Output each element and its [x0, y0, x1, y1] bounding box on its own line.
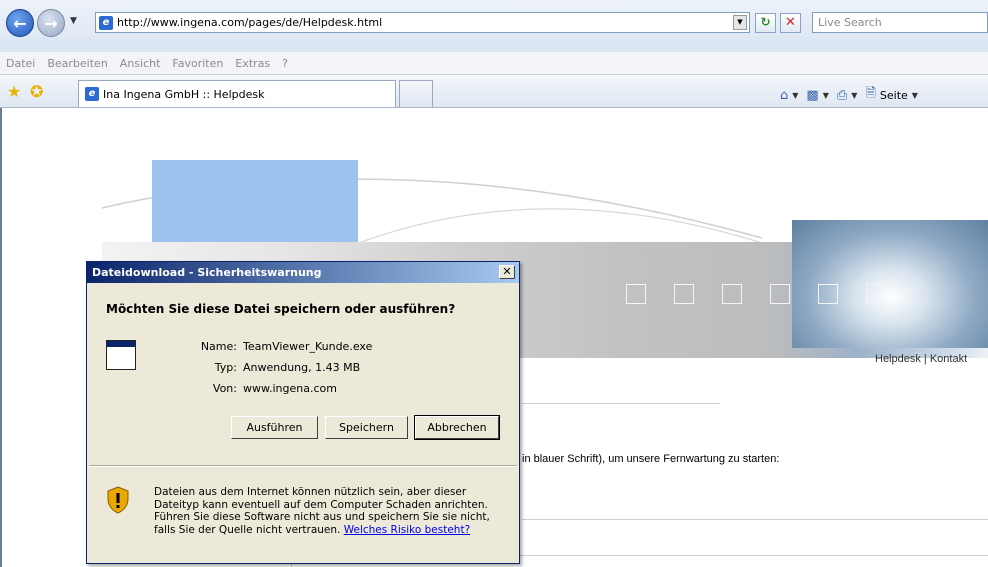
application-file-icon-bar: [107, 341, 135, 347]
new-tab-button[interactable]: [399, 80, 433, 107]
add-favorite-icon[interactable]: ✪: [30, 82, 43, 101]
home-icon[interactable]: ⌂: [780, 88, 788, 103]
banner-square: [818, 284, 838, 304]
page-menu-label[interactable]: Seite: [880, 89, 908, 102]
menu-bearbeiten[interactable]: Bearbeiten: [47, 57, 107, 70]
risk-info-link[interactable]: Welches Risiko besteht?: [344, 524, 470, 536]
url-field[interactable]: e http://www.ingena.com/pages/de/Helpdes…: [95, 12, 750, 33]
favorites-star-icon[interactable]: ★: [7, 82, 21, 101]
from-label: Von:: [212, 382, 237, 395]
cancel-button[interactable]: Abbrechen: [414, 415, 500, 440]
menu-favoriten[interactable]: Favoriten: [172, 57, 223, 70]
dialog-separator: [89, 465, 517, 467]
page-dropdown-icon[interactable]: ▼: [912, 91, 918, 100]
security-warning-text: Dateien aus dem Internet können nützlich…: [154, 486, 509, 536]
type-value: Anwendung, 1.43 MB: [243, 361, 361, 374]
back-button[interactable]: ←: [6, 9, 34, 37]
ie-tab-icon: e: [85, 87, 99, 101]
download-security-dialog: Dateidownload - Sicherheitswarnung ✕ Möc…: [86, 261, 520, 564]
home-dropdown-icon[interactable]: ▼: [792, 91, 798, 100]
page-icon[interactable]: 🗎: [865, 84, 875, 106]
tab-bar: ★ ✪ e Ina Ingena GmbH :: Helpdesk ⌂ ▼ ▩ ▼ …: [0, 75, 988, 108]
tab-helpdesk[interactable]: e Ina Ingena GmbH :: Helpdesk: [78, 80, 396, 107]
divider: [522, 519, 988, 520]
name-value: TeamViewer_Kunde.exe: [243, 340, 373, 353]
menu-ansicht[interactable]: Ansicht: [120, 57, 161, 70]
refresh-icon[interactable]: ↻: [755, 13, 776, 33]
menu-extras[interactable]: Extras: [235, 57, 270, 70]
banner-square: [626, 284, 646, 304]
search-input[interactable]: Live Search: [812, 12, 988, 33]
feeds-icon[interactable]: ▩: [806, 88, 818, 103]
name-label: Name:: [200, 340, 237, 353]
url-text: http://www.ingena.com/pages/de/Helpdesk.…: [117, 16, 383, 29]
ie-page-icon: e: [99, 15, 113, 30]
stop-icon[interactable]: ✕: [780, 13, 801, 33]
feeds-dropdown-icon[interactable]: ▼: [823, 91, 829, 100]
command-bar: ⌂ ▼ ▩ ▼ ⎙ ▼ 🗎 Seite ▼: [780, 84, 922, 106]
address-bar: ← → ▼ e http://www.ingena.com/pages/de/H…: [0, 0, 988, 52]
menu-datei[interactable]: Datei: [6, 57, 35, 70]
banner-square: [722, 284, 742, 304]
header-blue-block: [152, 160, 358, 245]
divider: [522, 403, 720, 404]
print-icon[interactable]: ⎙: [837, 88, 847, 103]
tab-title: Ina Ingena GmbH :: Helpdesk: [103, 87, 265, 101]
type-label: Typ:: [214, 361, 237, 374]
run-button[interactable]: Ausführen: [231, 416, 318, 439]
banner-square: [674, 284, 694, 304]
menu-bar: Datei Bearbeiten Ansicht Favoriten Extra…: [0, 52, 988, 75]
banner-square: [770, 284, 790, 304]
application-file-icon: [106, 340, 136, 370]
recent-pages-dropdown-icon[interactable]: ▼: [70, 16, 77, 26]
forward-button[interactable]: →: [37, 9, 65, 37]
dialog-question: Möchten Sie diese Datei speichern oder a…: [106, 302, 456, 316]
security-shield-icon: [107, 486, 129, 514]
dialog-close-button[interactable]: ✕: [499, 265, 515, 279]
from-value: www.ingena.com: [243, 382, 337, 395]
url-dropdown-icon[interactable]: ▼: [733, 15, 747, 30]
dialog-title: Dateidownload - Sicherheitswarnung: [87, 262, 519, 283]
print-dropdown-icon[interactable]: ▼: [851, 91, 857, 100]
site-nav[interactable]: Helpdesk | Kontakt: [875, 353, 967, 365]
save-button[interactable]: Speichern: [325, 416, 408, 439]
page-instruction-text: in blauer Schrift), um unsere Fernwartun…: [522, 453, 780, 465]
banner-square: [866, 284, 886, 304]
menu-help[interactable]: ?: [282, 57, 288, 70]
